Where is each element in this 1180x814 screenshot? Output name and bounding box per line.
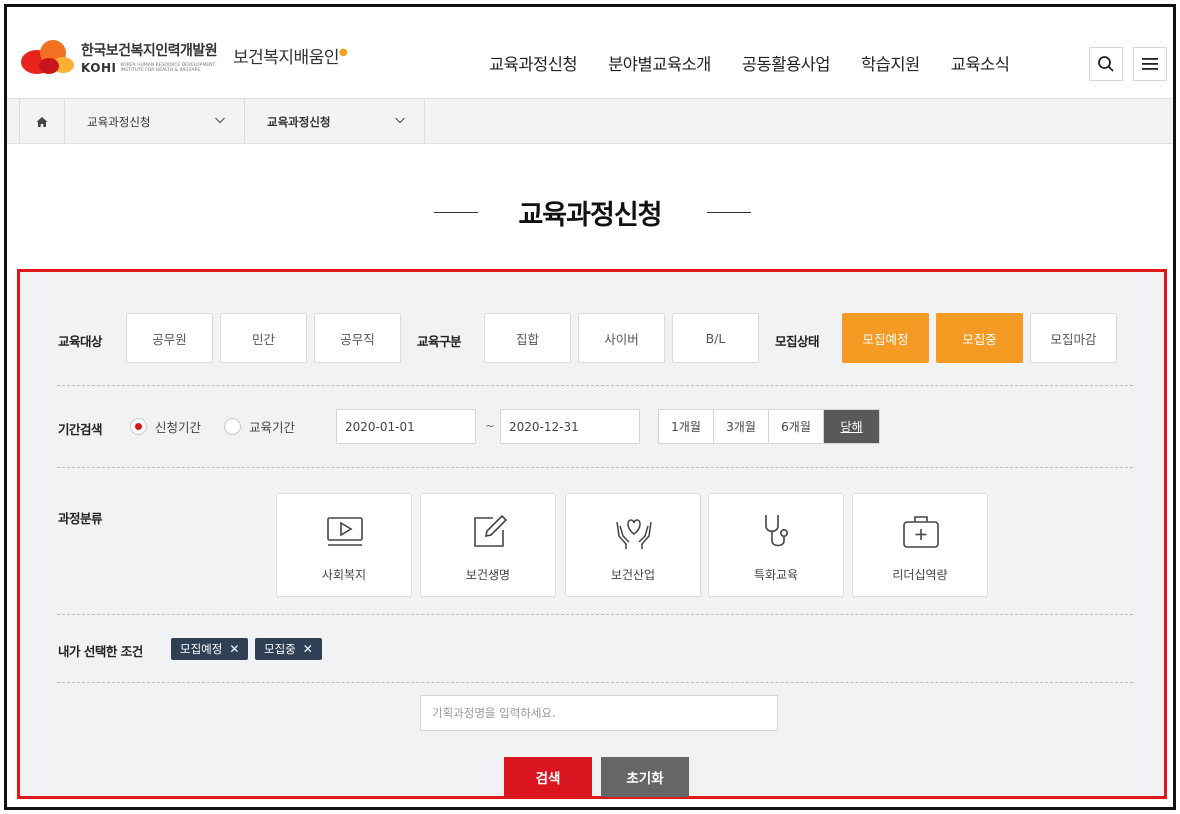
type-option-bl[interactable]: B/L — [672, 313, 759, 363]
divider — [57, 682, 1133, 683]
radio-checked-icon — [130, 418, 147, 435]
close-icon[interactable]: ✕ — [303, 642, 313, 656]
nav-item-joint[interactable]: 공동활용사업 — [742, 51, 831, 75]
radio-edu-period-label: 교육기간 — [249, 420, 296, 435]
divider — [57, 614, 1133, 615]
edit-pen-icon — [474, 514, 508, 547]
nav-item-news[interactable]: 교육소식 — [951, 51, 1010, 75]
video-play-icon — [327, 517, 363, 546]
service-name[interactable]: 보건복지배움인● — [233, 43, 348, 68]
main-nav: 교육과정신청 분야별교육소개 공동활용사업 학습지원 교육소식 — [489, 51, 1040, 75]
type-option-cyber[interactable]: 사이버 — [578, 313, 665, 363]
medical-kit-icon — [903, 516, 939, 548]
search-filter-panel: 교육대상 공무원 민간 공무직 교육구분 집합 사이버 B/L 모집상태 모집예… — [17, 269, 1167, 799]
category-social-welfare[interactable]: 사회복지 — [276, 493, 412, 597]
category-label: 과정분류 — [58, 511, 103, 526]
category-health-life[interactable]: 보건생명 — [420, 493, 556, 597]
kohi-logo-icon — [21, 40, 74, 74]
status-label: 모집상태 — [775, 334, 820, 349]
org-name-kr: 한국보건복지인력개발원 — [81, 42, 218, 59]
selected-tag-upcoming[interactable]: 모집예정 ✕ — [171, 638, 249, 660]
home-icon — [36, 116, 48, 127]
selected-tag-open[interactable]: 모집중 ✕ — [255, 638, 322, 660]
range-3-months[interactable]: 3개월 — [714, 410, 769, 443]
org-sub-en: KOREA HUMAN RESOURCE DEVELOPMENT INSTITU… — [120, 62, 216, 73]
range-1-month[interactable]: 1개월 — [659, 410, 714, 443]
reset-button[interactable]: 초기화 — [601, 757, 689, 797]
nav-item-fields[interactable]: 분야별교육소개 — [608, 51, 711, 75]
breadcrumb-item-2[interactable]: 교육과정신청 — [245, 99, 425, 144]
category-label-text: 보건산업 — [610, 568, 656, 582]
type-option-group[interactable]: 집합 — [484, 313, 571, 363]
nav-item-apply[interactable]: 교육과정신청 — [489, 51, 578, 75]
end-date-input[interactable]: 2020-12-31 — [500, 409, 640, 444]
quick-range-group: 1개월 3개월 6개월 당해 — [658, 409, 880, 444]
target-label: 교육대상 — [58, 334, 103, 349]
chevron-down-icon — [395, 117, 405, 124]
category-health-industry[interactable]: 보건산업 — [565, 493, 701, 597]
category-label-text: 사회복지 — [321, 568, 367, 582]
category-specialized[interactable]: 특화교육 — [708, 493, 844, 597]
menu-button[interactable] — [1133, 47, 1167, 81]
selected-tag-label: 모집예정 — [180, 642, 223, 656]
target-option-private[interactable]: 민간 — [220, 313, 307, 363]
heart-hands-icon — [616, 519, 652, 549]
hamburger-menu-icon — [1142, 58, 1158, 70]
type-label: 교육구분 — [417, 334, 462, 349]
radio-apply-period-label: 신청기간 — [155, 420, 202, 435]
start-date-input[interactable]: 2020-01-01 — [336, 409, 476, 444]
breadcrumb-home[interactable] — [19, 99, 65, 144]
radio-apply-period[interactable]: 신청기간 — [130, 417, 201, 436]
nav-item-support[interactable]: 학습지원 — [861, 51, 920, 75]
browser-frame: 한국보건복지인력개발원 KOHI KOREA HUMAN RESOURCE DE… — [4, 4, 1176, 810]
category-leadership[interactable]: 리더십역량 — [852, 493, 988, 597]
page-title: 교육과정신청 — [518, 200, 662, 231]
search-submit-button[interactable]: 검색 — [504, 757, 592, 797]
breadcrumb: 교육과정신청 교육과정신청 — [7, 99, 1173, 144]
date-separator: ~ — [485, 419, 496, 433]
divider — [57, 467, 1133, 468]
close-icon[interactable]: ✕ — [229, 642, 239, 656]
radio-unchecked-icon — [224, 418, 241, 435]
period-label: 기간검색 — [58, 422, 103, 437]
course-search-input[interactable]: 기획과정명을 입력하세요. — [420, 695, 778, 731]
target-option-public-worker[interactable]: 공무직 — [314, 313, 401, 363]
target-option-civil-servant[interactable]: 공무원 — [126, 313, 213, 363]
title-decoration-right — [707, 212, 751, 213]
divider — [57, 385, 1133, 386]
site-header: 한국보건복지인력개발원 KOHI KOREA HUMAN RESOURCE DE… — [7, 7, 1173, 99]
breadcrumb-item-1[interactable]: 교육과정신청 — [65, 99, 245, 144]
org-name-en: KOHI — [81, 60, 117, 75]
site-logo[interactable]: 한국보건복지인력개발원 KOHI KOREA HUMAN RESOURCE DE… — [19, 37, 230, 77]
status-option-open[interactable]: 모집중 — [936, 313, 1023, 363]
category-label-text: 리더십역량 — [892, 568, 948, 582]
category-label-text: 보건생명 — [465, 568, 511, 582]
range-this-year[interactable]: 당해 — [824, 410, 879, 443]
category-label-text: 특화교육 — [753, 568, 799, 582]
selected-tag-label: 모집중 — [264, 642, 296, 656]
chevron-down-icon — [215, 117, 225, 124]
breadcrumb-item-2-label: 교육과정신청 — [267, 114, 331, 129]
search-button[interactable] — [1089, 47, 1123, 81]
breadcrumb-item-1-label: 교육과정신청 — [87, 114, 151, 129]
stethoscope-icon — [765, 515, 788, 547]
status-option-upcoming[interactable]: 모집예정 — [842, 313, 929, 363]
range-6-months[interactable]: 6개월 — [769, 410, 824, 443]
radio-edu-period[interactable]: 교육기간 — [224, 417, 295, 436]
status-option-closed[interactable]: 모집마감 — [1030, 313, 1117, 363]
selected-conditions-label: 내가 선택한 조건 — [58, 644, 143, 659]
search-icon — [1098, 56, 1114, 72]
